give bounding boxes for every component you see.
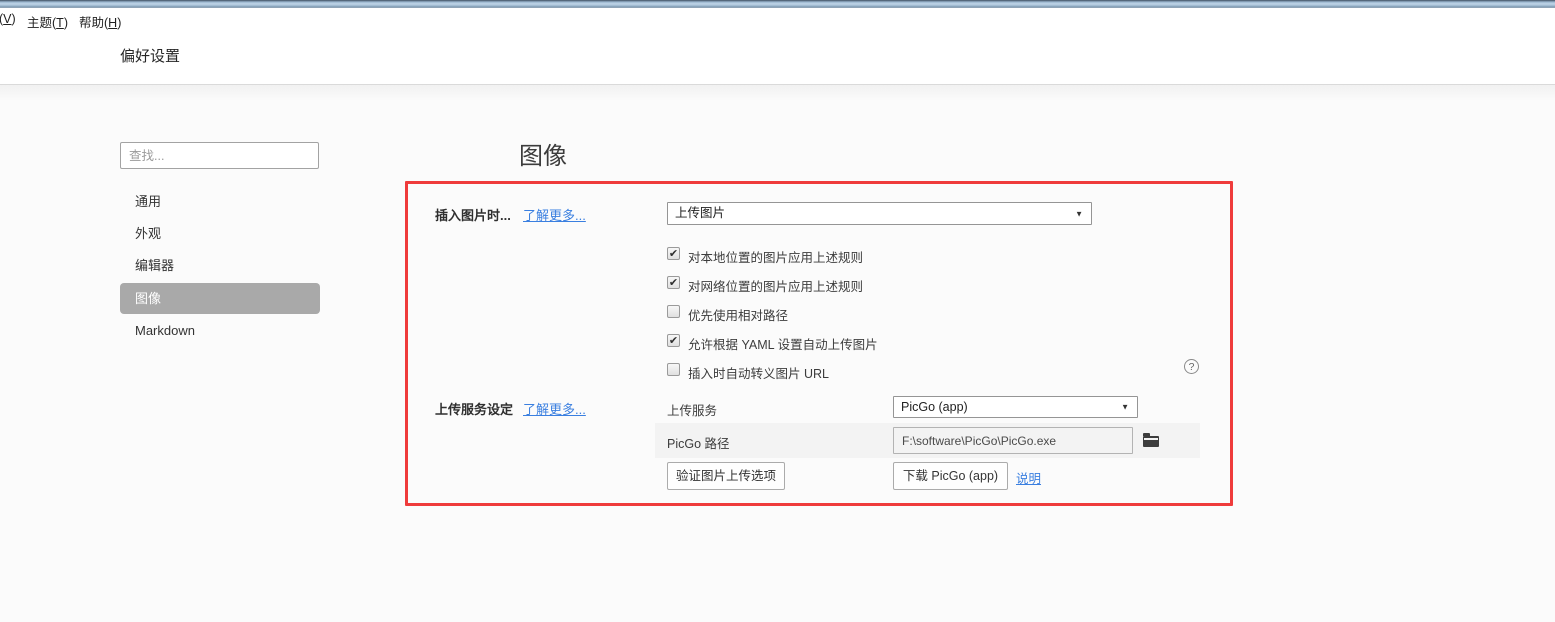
checkbox-yaml-upload-label: 允许根据 YAML 设置自动上传图片	[688, 334, 878, 353]
menu-item-view-clipped[interactable]: (V)	[0, 12, 16, 26]
checkbox-network-rule-label: 对网络位置的图片应用上述规则	[688, 276, 863, 295]
verify-upload-button[interactable]: 验证图片上传选项	[667, 462, 785, 490]
upload-service-select[interactable]: PicGo (app) ▼	[893, 396, 1138, 418]
sidebar-item-markdown[interactable]: Markdown	[120, 315, 320, 346]
menu-item-theme[interactable]: 主题(T)	[27, 12, 68, 31]
menu-bar: (V) 主题(T) 帮助(H)	[0, 9, 1555, 31]
folder-icon[interactable]	[1143, 436, 1159, 447]
checkbox-network-rule[interactable]: ✔	[667, 276, 680, 289]
checkbox-relative-path[interactable]	[667, 305, 680, 318]
checkbox-yaml-upload[interactable]: ✔	[667, 334, 680, 347]
picgo-path-label: PicGo 路径	[667, 433, 730, 452]
search-input[interactable]	[120, 142, 319, 169]
upload-service-select-value: PicGo (app)	[901, 400, 968, 414]
sidebar-item-editor[interactable]: 编辑器	[120, 250, 320, 281]
content-top-shade	[0, 85, 1555, 101]
page-title: 偏好设置	[120, 45, 180, 66]
checkbox-relative-path-label: 优先使用相对路径	[688, 305, 788, 324]
insert-action-select[interactable]: 上传图片 ▼	[667, 202, 1092, 225]
help-icon[interactable]: ?	[1184, 359, 1199, 374]
checkbox-escape-url[interactable]	[667, 363, 680, 376]
instructions-link[interactable]: 说明	[1016, 468, 1041, 487]
insert-action-select-value: 上传图片	[675, 206, 725, 220]
picgo-path-input[interactable]	[893, 427, 1133, 454]
upload-service-row-label: 上传服务	[667, 400, 717, 419]
sidebar-item-image[interactable]: 图像	[120, 283, 320, 314]
chevron-down-icon: ▼	[1075, 203, 1083, 224]
download-picgo-button[interactable]: 下载 PicGo (app)	[893, 462, 1008, 490]
window-titlebar	[0, 0, 1555, 8]
menu-item-help[interactable]: 帮助(H)	[79, 12, 121, 31]
sidebar-item-general[interactable]: 通用	[120, 186, 320, 217]
section-heading-image: 图像	[519, 136, 567, 171]
checkbox-local-rule[interactable]: ✔	[667, 247, 680, 260]
insert-image-label: 插入图片时...	[435, 205, 511, 224]
chevron-down-icon: ▼	[1121, 397, 1129, 418]
upload-learn-more-link[interactable]: 了解更多...	[523, 399, 586, 418]
sidebar-item-appearance[interactable]: 外观	[120, 218, 320, 249]
upload-service-section-label: 上传服务设定	[435, 399, 513, 418]
insert-learn-more-link[interactable]: 了解更多...	[523, 205, 586, 224]
checkbox-local-rule-label: 对本地位置的图片应用上述规则	[688, 247, 863, 266]
checkbox-escape-url-label: 插入时自动转义图片 URL	[688, 363, 829, 382]
